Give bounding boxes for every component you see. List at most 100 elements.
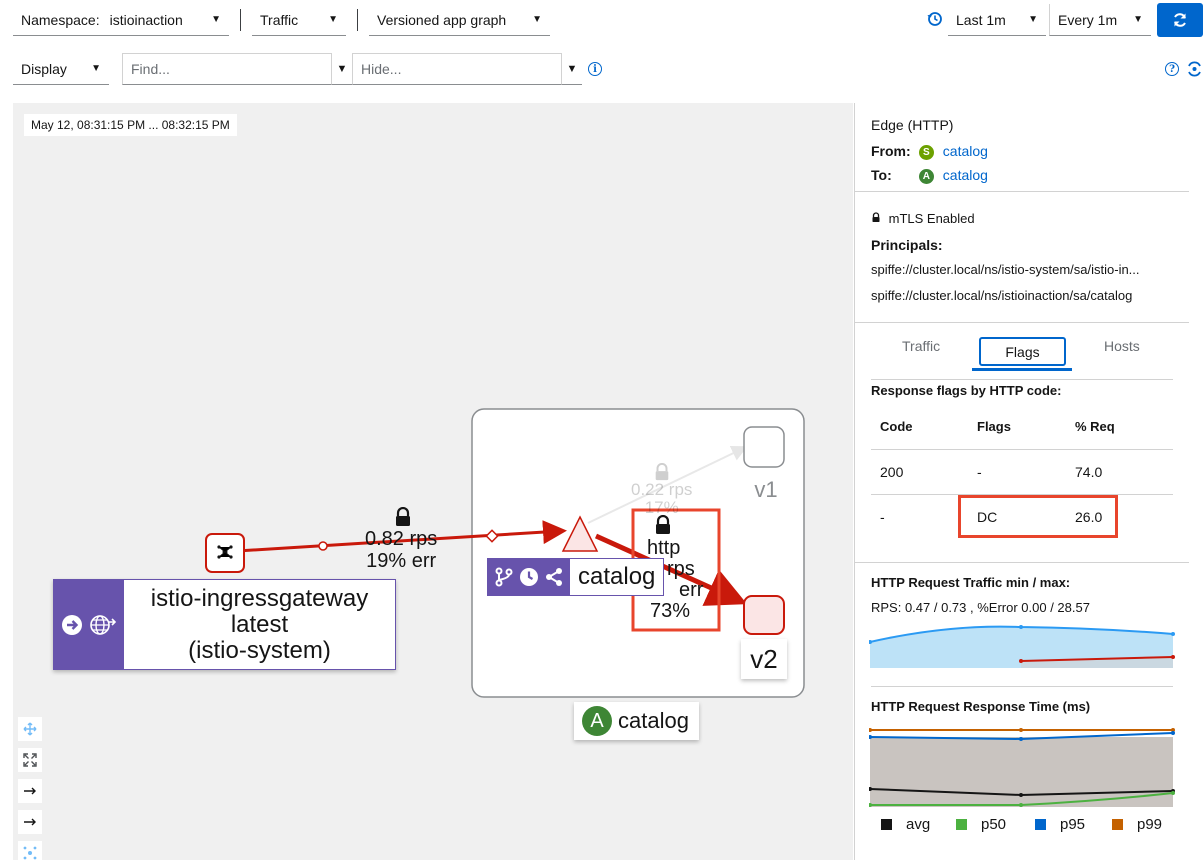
- gateway-label[interactable]: istio-ingressgateway latest (istio-syste…: [53, 579, 396, 670]
- v1-label[interactable]: v1: [744, 473, 788, 507]
- legend-swatch: [1112, 819, 1123, 830]
- edge-to: To: A catalog: [871, 167, 988, 184]
- hide-history-toggle[interactable]: ▼: [562, 53, 582, 85]
- traffic-dropdown[interactable]: Traffic ▼: [252, 4, 346, 36]
- find-input[interactable]: Find...: [122, 53, 332, 85]
- refresh-button[interactable]: [1157, 3, 1203, 37]
- time-range-dropdown[interactable]: Last 1m ▼: [948, 4, 1046, 36]
- edge-v1-rps: 0.22 rps: [631, 480, 693, 499]
- edge-main-label: 0.82 rps 19% err: [365, 528, 437, 572]
- service-badge: S: [918, 144, 934, 160]
- divider: [855, 322, 1189, 323]
- edge-v1-label: 0.22 rps 17%: [631, 481, 692, 517]
- app-badge: A: [582, 706, 612, 736]
- from-label: From:: [871, 143, 911, 159]
- from-link[interactable]: catalog: [943, 143, 988, 159]
- toolbar-divider: [240, 9, 241, 31]
- side-panel: Edge (HTTP) From: S catalog To: A catalo…: [854, 103, 1204, 860]
- graph-svg: [205, 408, 805, 698]
- graph-type-dropdown[interactable]: Versioned app graph ▼: [369, 4, 550, 36]
- active-tab-indicator: [972, 368, 1072, 371]
- divider: [855, 562, 1189, 563]
- tab-hosts[interactable]: Hosts: [1104, 338, 1140, 354]
- divider: [871, 686, 1173, 687]
- legend-label: p99: [1137, 816, 1163, 833]
- fit-to-screen-icon[interactable]: [18, 748, 42, 772]
- gateway-text: istio-ingressgateway latest (istio-syste…: [124, 580, 395, 669]
- legend-label: p95: [1060, 816, 1086, 833]
- v2-node: [743, 595, 785, 635]
- gateway-icon[interactable]: [216, 543, 234, 561]
- traffic-sparkline: [869, 625, 1175, 668]
- globe-icon: [90, 614, 117, 635]
- th-code: Code: [880, 419, 913, 434]
- find-history-toggle[interactable]: ▼: [332, 53, 352, 85]
- legend-swatch: [1035, 819, 1046, 830]
- app-badge: A: [918, 168, 934, 184]
- replay-icon[interactable]: [1186, 61, 1204, 77]
- legend-swatch: [881, 819, 892, 830]
- layout-arrow-icon[interactable]: [18, 779, 42, 803]
- legend-p99: p99: [1112, 816, 1162, 833]
- tab-flags[interactable]: Flags: [979, 337, 1066, 366]
- hide-placeholder: Hide...: [361, 61, 402, 77]
- divider: [855, 191, 1189, 192]
- app-box-name: catalog: [618, 708, 689, 733]
- gateway-version: latest: [230, 610, 289, 638]
- response-time-chart: [869, 728, 1175, 807]
- refresh-interval-value: Every 1m: [1058, 11, 1118, 28]
- legend-avg: avg: [881, 816, 930, 833]
- table-header-divider: [871, 449, 1173, 450]
- legend-label: p50: [981, 816, 1007, 833]
- hide-input[interactable]: Hide...: [352, 53, 562, 85]
- pan-icon[interactable]: [18, 717, 42, 741]
- namespace-dropdown[interactable]: Namespace: istioinaction ▼: [13, 4, 229, 36]
- branch-icon: [495, 567, 513, 587]
- layout-arrow-icon[interactable]: [18, 810, 42, 834]
- namespace-label: Namespace:: [21, 11, 100, 28]
- th-flags: Flags: [977, 419, 1011, 434]
- find-placeholder: Find...: [131, 61, 170, 77]
- edge-v2-proto: http: [647, 537, 681, 559]
- graph-type-value: Versioned app graph: [377, 11, 507, 28]
- row1-code: 200: [880, 464, 904, 480]
- edge-from: From: S catalog: [871, 143, 988, 160]
- flags-highlight-box: [958, 495, 1118, 538]
- legend-p50: p50: [956, 816, 1006, 833]
- cluster-layout-icon[interactable]: [18, 841, 42, 865]
- legend-label: avg: [906, 816, 931, 833]
- service-name: catalog: [578, 563, 656, 590]
- tabs-divider: [871, 379, 1173, 380]
- traffic-chart-title: HTTP Request Traffic min / max:: [871, 575, 1071, 590]
- principal-1: spiffe://cluster.local/ns/istio-system/s…: [871, 262, 1140, 277]
- lock-icon: [872, 212, 880, 222]
- v1-node: [743, 426, 785, 468]
- display-dropdown[interactable]: Display ▼: [13, 53, 109, 85]
- edge-main-rps: 0.82 rps: [365, 528, 438, 550]
- tab-traffic[interactable]: Traffic: [902, 338, 940, 354]
- flags-title: Response flags by HTTP code:: [871, 383, 1062, 398]
- edge-v2-pct: 73%: [650, 600, 691, 622]
- to-link[interactable]: catalog: [943, 167, 988, 183]
- arrow-circle-icon: [62, 614, 82, 635]
- edge-title: Edge (HTTP): [871, 117, 954, 133]
- clock-icon: [520, 568, 538, 586]
- caret-down-icon: ▼: [1028, 14, 1038, 25]
- info-icon[interactable]: i: [588, 62, 602, 76]
- help-icon[interactable]: ?: [1165, 62, 1179, 76]
- service-label[interactable]: catalog: [487, 558, 665, 596]
- app-box-label[interactable]: A catalog: [574, 702, 699, 740]
- graph-canvas[interactable]: May 12, 08:31:15 PM ... 08:32:15 PM 0.82…: [13, 103, 853, 865]
- history-icon[interactable]: [926, 9, 944, 29]
- refresh-interval-dropdown[interactable]: Every 1m ▼: [1049, 4, 1151, 36]
- caret-down-icon: ▼: [532, 14, 542, 25]
- row1-flags: -: [977, 464, 982, 480]
- v2-label[interactable]: v2: [741, 639, 787, 679]
- row1-req: 74.0: [1075, 464, 1103, 480]
- time-range-value: Last 1m: [956, 11, 1006, 28]
- legend-swatch: [956, 819, 967, 830]
- to-label: To:: [871, 167, 892, 183]
- caret-down-icon: ▼: [211, 14, 221, 25]
- share-icon: [546, 568, 562, 586]
- namespace-value: istioinaction: [109, 11, 183, 28]
